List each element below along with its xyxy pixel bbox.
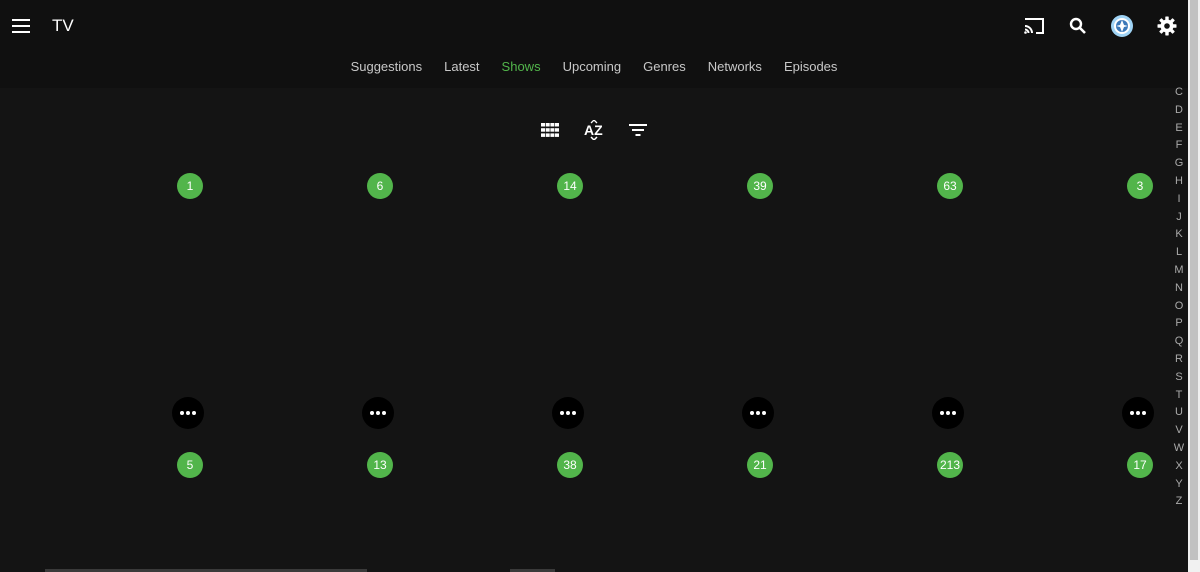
more-options-button[interactable] [362,397,394,429]
tab-suggestions[interactable]: Suggestions [340,58,434,76]
alpha-letter-x[interactable]: X [1175,458,1182,476]
user-avatar-icon[interactable] [1108,12,1136,40]
settings-gear-icon[interactable] [1153,12,1181,40]
unplayed-count-badge: 13 [367,452,393,478]
tab-networks[interactable]: Networks [697,58,773,76]
cast-icon[interactable] [1020,12,1048,40]
alpha-letter-q[interactable]: Q [1175,333,1184,351]
page-title: TV [52,16,74,35]
unplayed-count-badge: 39 [747,173,773,199]
unplayed-count-badge: 3 [1127,173,1153,199]
more-options-button[interactable] [172,397,204,429]
more-options-button[interactable] [742,397,774,429]
alpha-letter-d[interactable]: D [1175,102,1183,120]
sort-az-icon[interactable]: AZ [582,118,606,142]
alpha-letter-g[interactable]: G [1175,155,1184,173]
alpha-letter-h[interactable]: H [1175,173,1183,191]
unplayed-count-badge: 63 [937,173,963,199]
grid-view-icon[interactable] [538,118,562,142]
svg-text:AZ: AZ [584,122,603,138]
unplayed-count-badge: 5 [177,452,203,478]
alpha-letter-s[interactable]: S [1175,369,1182,387]
tab-upcoming[interactable]: Upcoming [552,58,633,76]
alpha-letter-m[interactable]: M [1174,262,1183,280]
alpha-letter-u[interactable]: U [1175,404,1183,422]
app-header: TV Suggestions Latest Shows Upcoming Gen… [0,0,1188,88]
tab-latest[interactable]: Latest [433,58,490,76]
alpha-letter-j[interactable]: J [1176,209,1182,227]
more-options-button[interactable] [932,397,964,429]
filter-icon[interactable] [626,118,650,142]
alpha-letter-y[interactable]: Y [1175,476,1182,494]
alpha-picker: CDEFGHIJKLMNOPQRSTUVWXYZ [1170,84,1188,511]
alpha-letter-v[interactable]: V [1175,422,1182,440]
alpha-letter-f[interactable]: F [1176,137,1183,155]
alpha-letter-o[interactable]: O [1175,298,1184,316]
scrollbar-thumb[interactable] [1190,0,1198,560]
unplayed-count-badge: 14 [557,173,583,199]
alpha-letter-p[interactable]: P [1175,315,1182,333]
search-icon[interactable] [1064,12,1092,40]
unplayed-count-badge: 1 [177,173,203,199]
alpha-letter-i[interactable]: I [1177,191,1180,209]
unplayed-count-badge: 38 [557,452,583,478]
alpha-letter-n[interactable]: N [1175,280,1183,298]
menu-icon[interactable] [12,16,32,36]
alpha-letter-l[interactable]: L [1176,244,1182,262]
tab-shows[interactable]: Shows [491,58,552,76]
tab-episodes[interactable]: Episodes [773,58,848,76]
library-tabs: Suggestions Latest Shows Upcoming Genres… [0,58,1188,76]
unplayed-count-badge: 21 [747,452,773,478]
vertical-scrollbar[interactable] [1188,0,1200,572]
alpha-letter-w[interactable]: W [1174,440,1184,458]
more-options-button[interactable] [552,397,584,429]
alpha-letter-r[interactable]: R [1175,351,1183,369]
tab-genres[interactable]: Genres [632,58,697,76]
alpha-letter-e[interactable]: E [1175,120,1182,138]
alpha-letter-z[interactable]: Z [1176,493,1183,511]
alpha-letter-c[interactable]: C [1175,84,1183,102]
unplayed-count-badge: 17 [1127,452,1153,478]
alpha-letter-k[interactable]: K [1175,226,1182,244]
unplayed-count-badge: 6 [367,173,393,199]
more-options-button[interactable] [1122,397,1154,429]
view-toolbar: AZ [0,118,1188,142]
unplayed-count-badge: 213 [937,452,963,478]
alpha-letter-t[interactable]: T [1176,387,1183,405]
